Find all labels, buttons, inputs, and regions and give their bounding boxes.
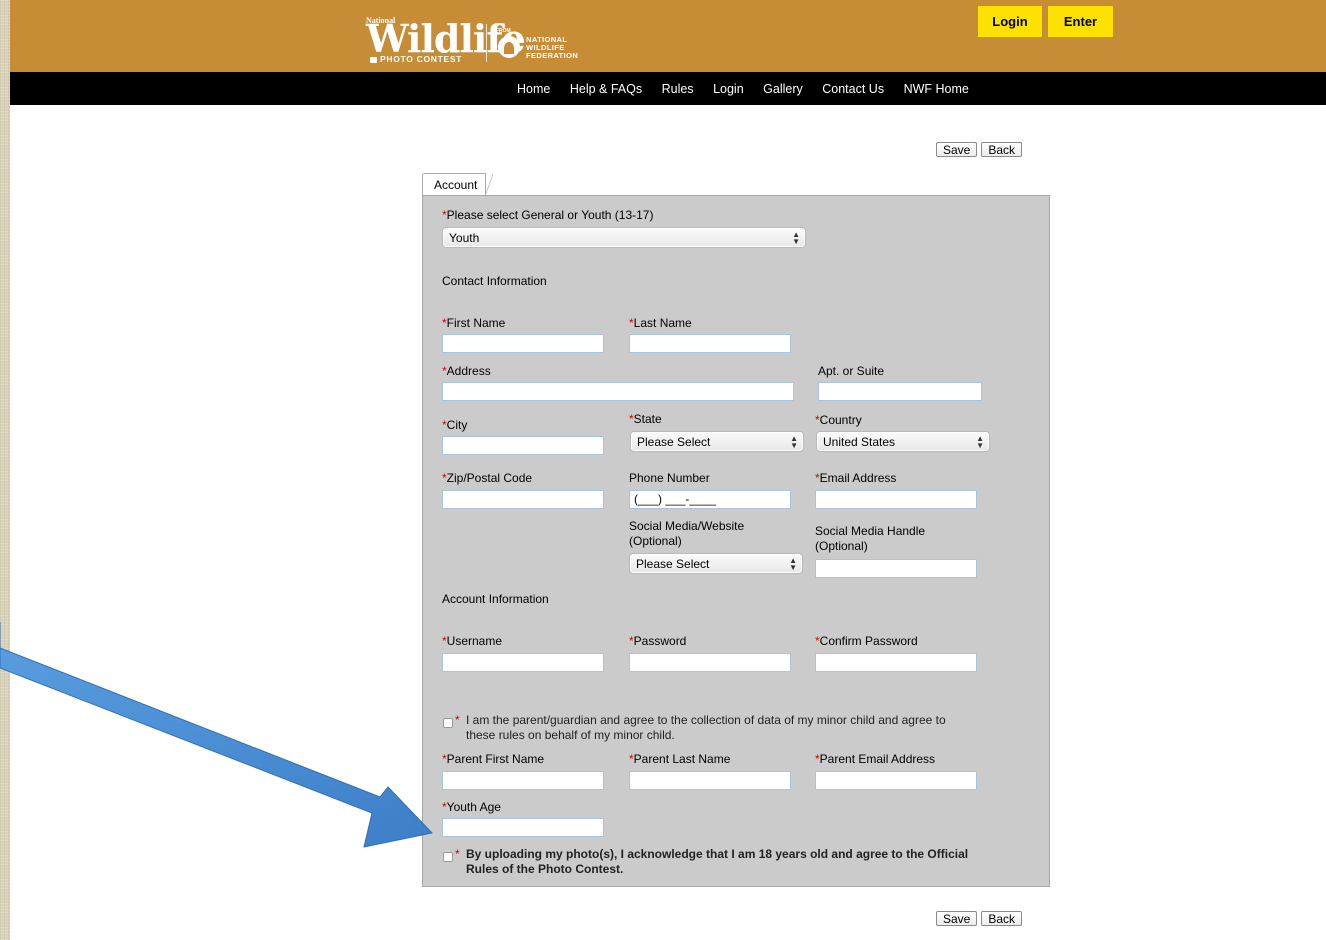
- parent-first-name-input[interactable]: [442, 771, 604, 790]
- username-input[interactable]: [442, 653, 604, 672]
- youth-age-input[interactable]: [442, 818, 604, 837]
- address-label: *Address: [442, 364, 491, 378]
- tab-account[interactable]: Account: [422, 173, 494, 196]
- age-ack-required: *: [455, 847, 460, 861]
- select-arrows-icon: ▲ ▼: [789, 556, 797, 572]
- account-form-panel: *Please select General or Youth (13-17) …: [422, 195, 1050, 887]
- email-input[interactable]: [815, 490, 977, 509]
- guardian-consent-text: I am the parent/guardian and agree to th…: [466, 713, 946, 742]
- phone-input[interactable]: (___) ___-____: [629, 490, 791, 509]
- age-ack-text: By uploading my photo(s), I acknowledge …: [466, 847, 969, 876]
- social-handle-input[interactable]: [815, 559, 977, 578]
- apt-label: Apt. or Suite: [818, 364, 885, 378]
- nav-rules[interactable]: Rules: [662, 82, 694, 96]
- wildlife-photo-contest-logo[interactable]: National Wildlife PHOTO CONTEST FROM NAT…: [366, 14, 606, 64]
- main-nav: Home Help & FAQs Rules Login Gallery Con…: [10, 72, 1326, 105]
- account-info-heading: Account Information: [442, 592, 549, 606]
- city-input[interactable]: [442, 436, 604, 455]
- zip-input[interactable]: [442, 490, 604, 509]
- address-input[interactable]: [442, 382, 794, 401]
- parent-first-name-label: *Parent First Name: [442, 752, 545, 766]
- guardian-consent-required: *: [455, 713, 460, 727]
- phone-label: Phone Number: [629, 471, 710, 485]
- apt-input[interactable]: [818, 382, 982, 401]
- header-enter-button[interactable]: Enter: [1048, 6, 1113, 37]
- confirm-password-label: *Confirm Password: [815, 634, 918, 648]
- email-label: *Email Address: [815, 471, 897, 485]
- password-input[interactable]: [629, 653, 791, 672]
- password-label: *Password: [629, 634, 687, 648]
- nav-nwf-home[interactable]: NWF Home: [904, 82, 969, 96]
- username-label: *Username: [442, 634, 503, 648]
- select-arrows-icon: ▲ ▼: [792, 230, 800, 246]
- first-name-input[interactable]: [442, 334, 604, 353]
- site-header: National Wildlife PHOTO CONTEST FROM NAT…: [10, 0, 1326, 72]
- page: National Wildlife PHOTO CONTEST FROM NAT…: [10, 0, 1326, 940]
- confirm-password-input[interactable]: [815, 653, 977, 672]
- nwf-logo-icon: [498, 36, 520, 58]
- country-select[interactable]: United States ▲ ▼: [816, 431, 990, 452]
- youth-age-label: *Youth Age: [442, 800, 501, 814]
- guardian-consent-checkbox[interactable]: [443, 718, 453, 728]
- category-select[interactable]: Youth ▲ ▼: [442, 227, 806, 248]
- nav-help-faqs[interactable]: Help & FAQs: [570, 82, 642, 96]
- social-handle-label: Social Media Handle (Optional): [815, 524, 926, 553]
- state-label: *State: [629, 412, 662, 426]
- last-name-label: *Last Name: [629, 316, 692, 330]
- back-button-bottom[interactable]: Back: [981, 911, 1023, 926]
- social-site-select[interactable]: Please Select ▲ ▼: [629, 553, 803, 574]
- parent-last-name-label: *Parent Last Name: [629, 752, 731, 766]
- logo-from-text: FROM: [496, 28, 511, 34]
- select-arrows-icon: ▲ ▼: [976, 434, 984, 450]
- contact-info-heading: Contact Information: [442, 274, 547, 288]
- first-name-label: *First Name: [442, 316, 506, 330]
- nwf-logo-text: NATIONAL WILDLIFE FEDERATION: [526, 35, 579, 60]
- select-arrows-icon: ▲ ▼: [790, 434, 798, 450]
- camera-icon: [370, 56, 377, 63]
- last-name-input[interactable]: [629, 334, 791, 353]
- state-select[interactable]: Please Select ▲ ▼: [630, 431, 804, 452]
- nav-gallery[interactable]: Gallery: [763, 82, 803, 96]
- logo-divider: [486, 24, 487, 62]
- city-label: *City: [442, 418, 468, 432]
- category-label: *Please select General or Youth (13-17): [442, 208, 654, 222]
- nav-login[interactable]: Login: [713, 82, 744, 96]
- age-ack-checkbox[interactable]: [443, 852, 453, 862]
- header-login-button[interactable]: Login: [978, 6, 1042, 37]
- logo-photo-contest-text: PHOTO CONTEST: [370, 54, 462, 64]
- save-button-bottom[interactable]: Save: [936, 911, 978, 926]
- save-button-top[interactable]: Save: [936, 142, 978, 157]
- country-label: *Country: [815, 413, 862, 427]
- nav-home[interactable]: Home: [517, 82, 550, 96]
- back-button-top[interactable]: Back: [981, 142, 1023, 157]
- nav-contact-us[interactable]: Contact Us: [822, 82, 884, 96]
- top-action-bar: Save Back: [936, 142, 1023, 157]
- parent-email-input[interactable]: [815, 771, 977, 790]
- parent-email-label: *Parent Email Address: [815, 752, 936, 766]
- bottom-action-bar: Save Back: [936, 911, 1023, 926]
- zip-label: *Zip/Postal Code: [442, 471, 533, 485]
- parent-last-name-input[interactable]: [629, 771, 791, 790]
- social-site-label: Social Media/Website (Optional): [629, 519, 745, 548]
